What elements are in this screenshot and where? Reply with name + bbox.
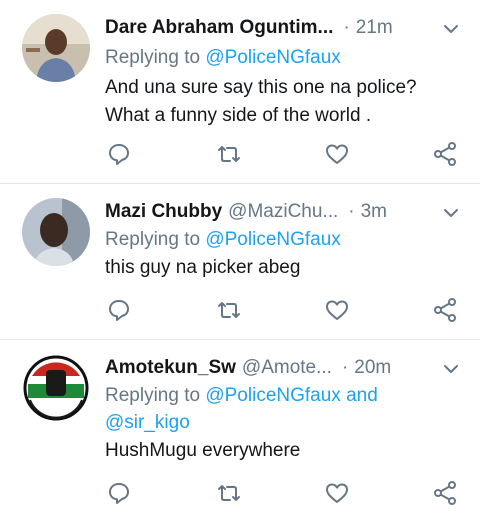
reply-icon[interactable]: [106, 480, 132, 506]
display-name[interactable]: Dare Abraham Oguntim...: [105, 17, 333, 38]
tweet-2[interactable]: Mazi Chubby @MaziChu... · 3m Replying to @P…: [0, 184, 480, 340]
avatar[interactable]: [22, 198, 90, 266]
user-handle[interactable]: @MaziChu...: [228, 201, 338, 222]
replying-to-label: Replying to: [105, 47, 201, 68]
tweet-3[interactable]: Amotekun_Sw @Amote... · 20m Replying to @Po…: [0, 340, 480, 520]
chevron-down-icon[interactable]: [442, 360, 460, 378]
share-icon[interactable]: [432, 480, 458, 506]
replying-to: Replying to @PoliceNGfaux: [105, 44, 460, 71]
display-name[interactable]: Amotekun_Sw: [105, 357, 236, 378]
tweet-header: Mazi Chubby @MaziChu... · 3m: [105, 198, 450, 226]
replying-to-label: Replying to: [105, 385, 201, 406]
tweet-actions: [0, 297, 480, 327]
tweet-text-line: And una sure say this one na police?: [105, 77, 417, 98]
reply-icon[interactable]: [106, 141, 132, 167]
retweet-icon[interactable]: [216, 480, 242, 506]
tweet-actions: [0, 480, 480, 510]
tweet-text-line: What a funny side of the world .: [105, 105, 372, 126]
retweet-icon[interactable]: [216, 297, 242, 323]
user-handle[interactable]: @Amote...: [242, 357, 332, 378]
tweet-header: Amotekun_Sw @Amote... · 20m: [105, 354, 450, 382]
replying-to-label: Replying to: [105, 229, 201, 250]
share-icon[interactable]: [432, 141, 458, 167]
avatar[interactable]: [22, 354, 90, 422]
mention-link[interactable]: @PoliceNGfaux: [205, 47, 340, 68]
mention-link[interactable]: @sir_kigo: [105, 412, 190, 433]
tweet-text-line: HushMugu everywhere: [105, 440, 301, 461]
share-icon[interactable]: [432, 297, 458, 323]
timestamp[interactable]: 3m: [361, 201, 387, 222]
replying-to: Replying to @PoliceNGfaux and @sir_kigo: [105, 382, 460, 436]
like-icon[interactable]: [324, 297, 350, 323]
tweet-text: HushMugu everywhere: [105, 437, 460, 465]
mention-link[interactable]: @PoliceNGfaux: [205, 229, 340, 250]
chevron-down-icon[interactable]: [442, 20, 460, 38]
avatar[interactable]: [22, 14, 90, 82]
tweet-text: And una sure say this one na police? Wha…: [105, 74, 460, 130]
timestamp[interactable]: 21m: [356, 17, 393, 38]
separator-dot: ·: [341, 357, 349, 378]
like-icon[interactable]: [324, 141, 350, 167]
tweet-header: Dare Abraham Oguntim... · 21m: [105, 14, 450, 42]
tweet-1[interactable]: Dare Abraham Oguntim... · 21m Replying to …: [0, 0, 480, 184]
like-icon[interactable]: [324, 480, 350, 506]
tweet-actions: [0, 141, 480, 171]
tweet-text-line: this guy na picker abeg: [105, 257, 301, 278]
separator-dot: ·: [343, 17, 350, 38]
display-name[interactable]: Mazi Chubby: [105, 201, 222, 222]
tweet-text: this guy na picker abeg: [105, 254, 460, 282]
separator-dot: ·: [348, 201, 355, 222]
chevron-down-icon[interactable]: [442, 204, 460, 222]
mention-join: and: [346, 385, 378, 406]
reply-icon[interactable]: [106, 297, 132, 323]
replying-to: Replying to @PoliceNGfaux: [105, 226, 460, 253]
timestamp[interactable]: 20m: [354, 357, 391, 378]
mention-link[interactable]: @PoliceNGfaux: [205, 385, 340, 406]
retweet-icon[interactable]: [216, 141, 242, 167]
